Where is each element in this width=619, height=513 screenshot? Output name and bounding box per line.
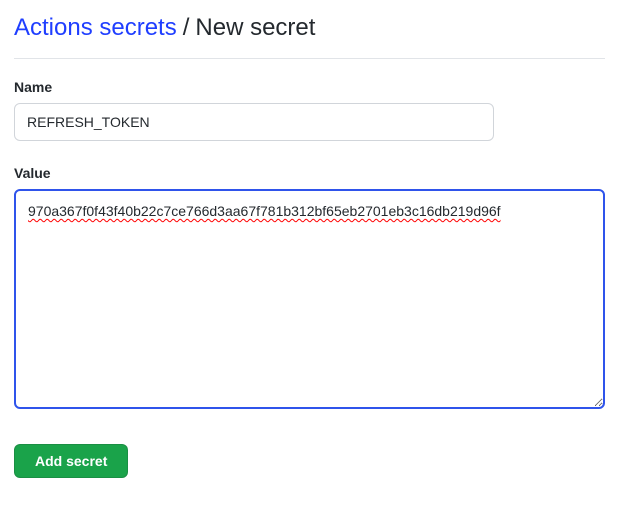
value-field-group: Value 970a367f0f43f40b22c7ce766d3aa67f78… [14, 165, 605, 414]
page-header: Actions secrets / New secret [14, 14, 605, 59]
name-input[interactable] [14, 103, 494, 141]
button-row: Add secret [14, 444, 605, 478]
value-label: Value [14, 165, 605, 181]
breadcrumb-link[interactable]: Actions secrets [14, 14, 177, 42]
name-field-group: Name [14, 79, 605, 141]
name-label: Name [14, 79, 605, 95]
breadcrumb-separator: / [183, 14, 190, 42]
value-textarea[interactable]: 970a367f0f43f40b22c7ce766d3aa67f781b312b… [14, 189, 605, 409]
page-title: New secret [195, 14, 315, 42]
add-secret-button[interactable]: Add secret [14, 444, 128, 478]
